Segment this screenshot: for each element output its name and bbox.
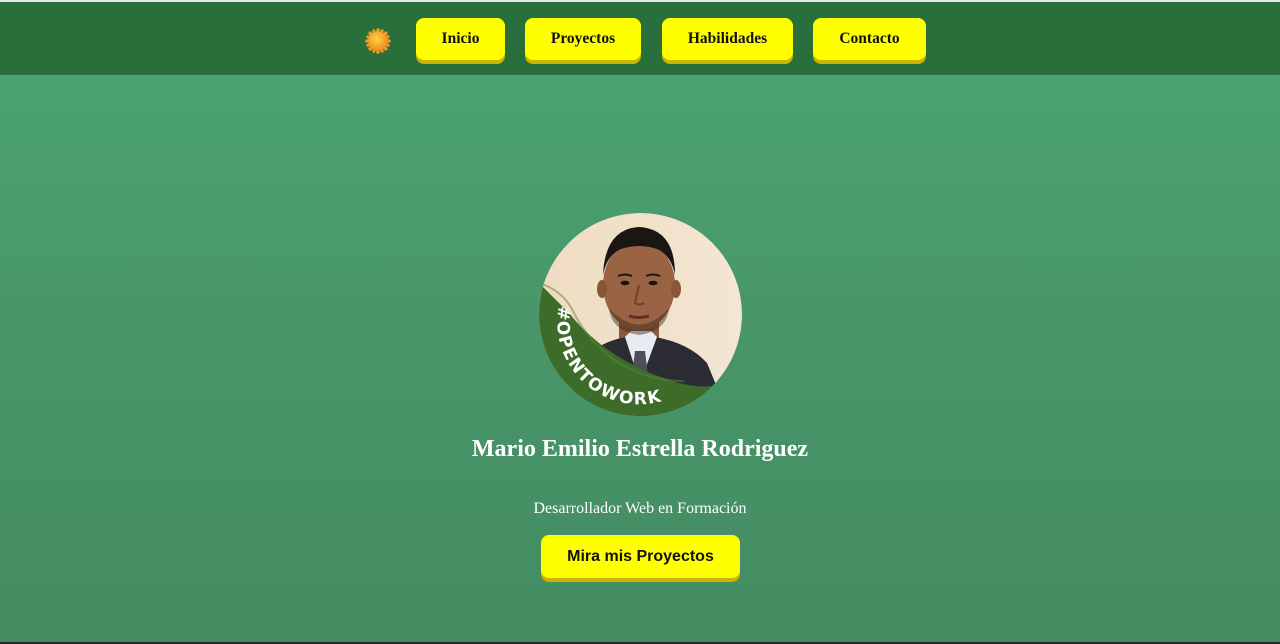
- hero-name: Mario Emilio Estrella Rodriguez: [471, 436, 809, 462]
- view-projects-button[interactable]: Mira mis Proyectos: [541, 535, 740, 578]
- nav-proyectos-button[interactable]: Proyectos: [525, 18, 641, 60]
- theme-toggle[interactable]: [365, 28, 391, 54]
- page: Inicio Proyectos Habilidades Contacto #O…: [0, 0, 1280, 642]
- profile-photo: #OPENTOWORK: [539, 213, 742, 416]
- navbar: Inicio Proyectos Habilidades Contacto: [0, 2, 1280, 75]
- hero-role: Desarrollador Web en Formación: [533, 500, 747, 517]
- nav-contacto-button[interactable]: Contacto: [813, 18, 926, 60]
- nav-habilidades-button[interactable]: Habilidades: [662, 18, 793, 60]
- sun-icon: [365, 28, 391, 54]
- profile-avatar: #OPENTOWORK: [539, 213, 742, 416]
- nav-inicio-button[interactable]: Inicio: [416, 18, 505, 60]
